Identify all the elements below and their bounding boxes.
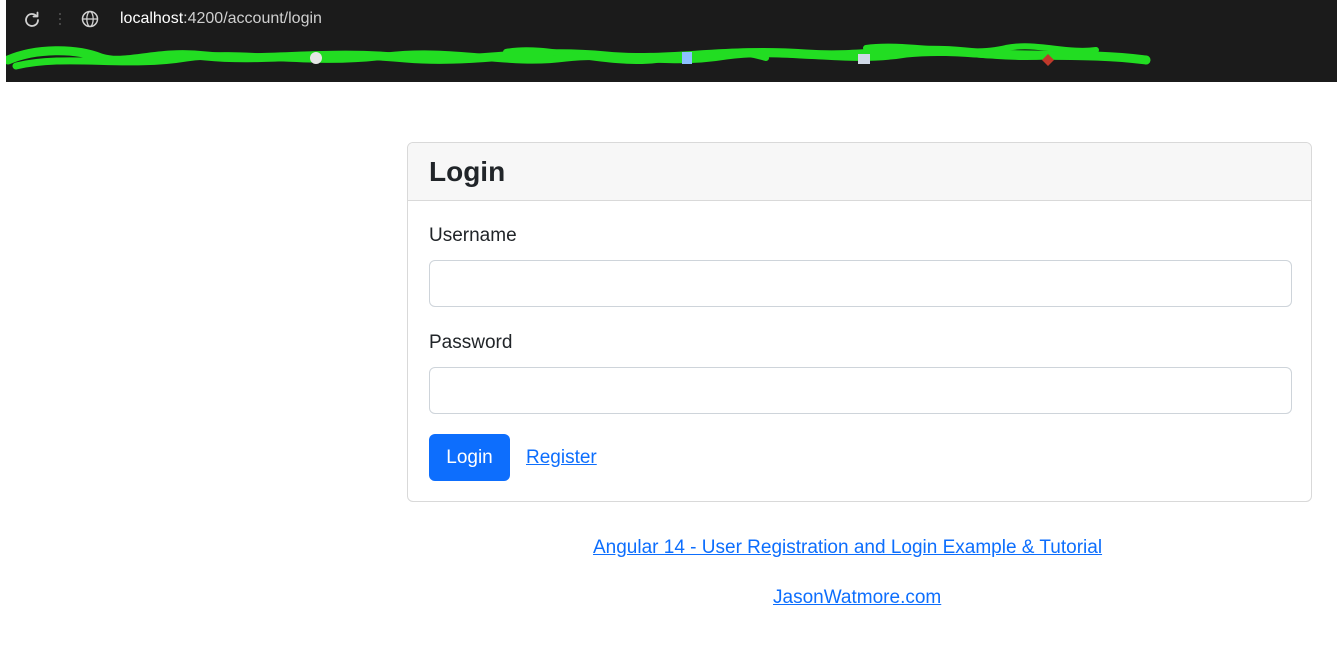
scribble-redaction	[6, 43, 1151, 70]
address-row: localhost:4200/account/login	[6, 0, 1337, 38]
browser-toolbar: localhost:4200/account/login	[6, 0, 1337, 82]
password-input[interactable]	[429, 367, 1292, 414]
bookmarks-bar	[6, 40, 1337, 82]
card-header: Login	[408, 143, 1311, 201]
separator-icon	[59, 13, 61, 25]
globe-icon[interactable]	[80, 9, 100, 29]
card-title: Login	[429, 156, 506, 187]
password-label: Password	[429, 332, 513, 353]
register-link[interactable]: Register	[526, 447, 597, 469]
address-bar-url[interactable]: localhost:4200/account/login	[120, 10, 322, 28]
login-button[interactable]: Login	[429, 434, 510, 481]
site-link[interactable]: JasonWatmore.com	[773, 587, 941, 609]
url-host: localhost	[120, 10, 184, 27]
username-label: Username	[429, 225, 517, 246]
url-path: :4200/account/login	[183, 10, 322, 27]
tutorial-link[interactable]: Angular 14 - User Registration and Login…	[593, 537, 1102, 559]
login-card: Login Username Password Login Register	[407, 142, 1312, 502]
reload-icon[interactable]	[22, 10, 42, 30]
username-input[interactable]	[429, 260, 1292, 307]
